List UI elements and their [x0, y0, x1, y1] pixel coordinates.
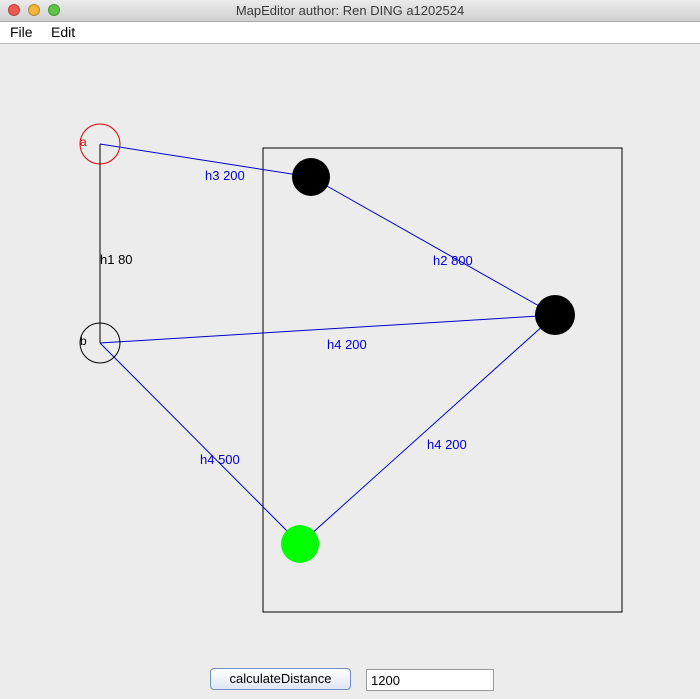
edge-label: h1 80 — [100, 252, 133, 267]
distance-result-field[interactable] — [366, 669, 494, 691]
menu-file[interactable]: File — [10, 24, 33, 40]
map-canvas[interactable]: h1 80 h3 200 h2 800 h4 200 h4 500 h4 200 a b — [0, 44, 700, 654]
edge-label: h4 200 — [327, 337, 367, 352]
map-node[interactable] — [535, 295, 575, 335]
edge-label: h3 200 — [205, 168, 245, 183]
edge-line[interactable] — [99, 342, 301, 545]
node-label: b — [80, 334, 87, 348]
calculate-distance-button[interactable]: calculateDistance — [210, 668, 351, 690]
title-bar[interactable]: MapEditor author: Ren DING a1202524 — [0, 0, 700, 22]
window-title: MapEditor author: Ren DING a1202524 — [235, 3, 465, 18]
menu-bar: File Edit — [0, 22, 700, 44]
map-node[interactable] — [292, 158, 330, 196]
edge-line[interactable] — [310, 176, 556, 316]
menu-edit[interactable]: Edit — [51, 24, 75, 40]
edge-label: h4 200 — [427, 437, 467, 452]
node-label: a — [80, 135, 87, 149]
map-node[interactable] — [281, 525, 319, 563]
edge-label: h4 500 — [200, 452, 240, 467]
edge-label: h2 800 — [433, 253, 473, 268]
